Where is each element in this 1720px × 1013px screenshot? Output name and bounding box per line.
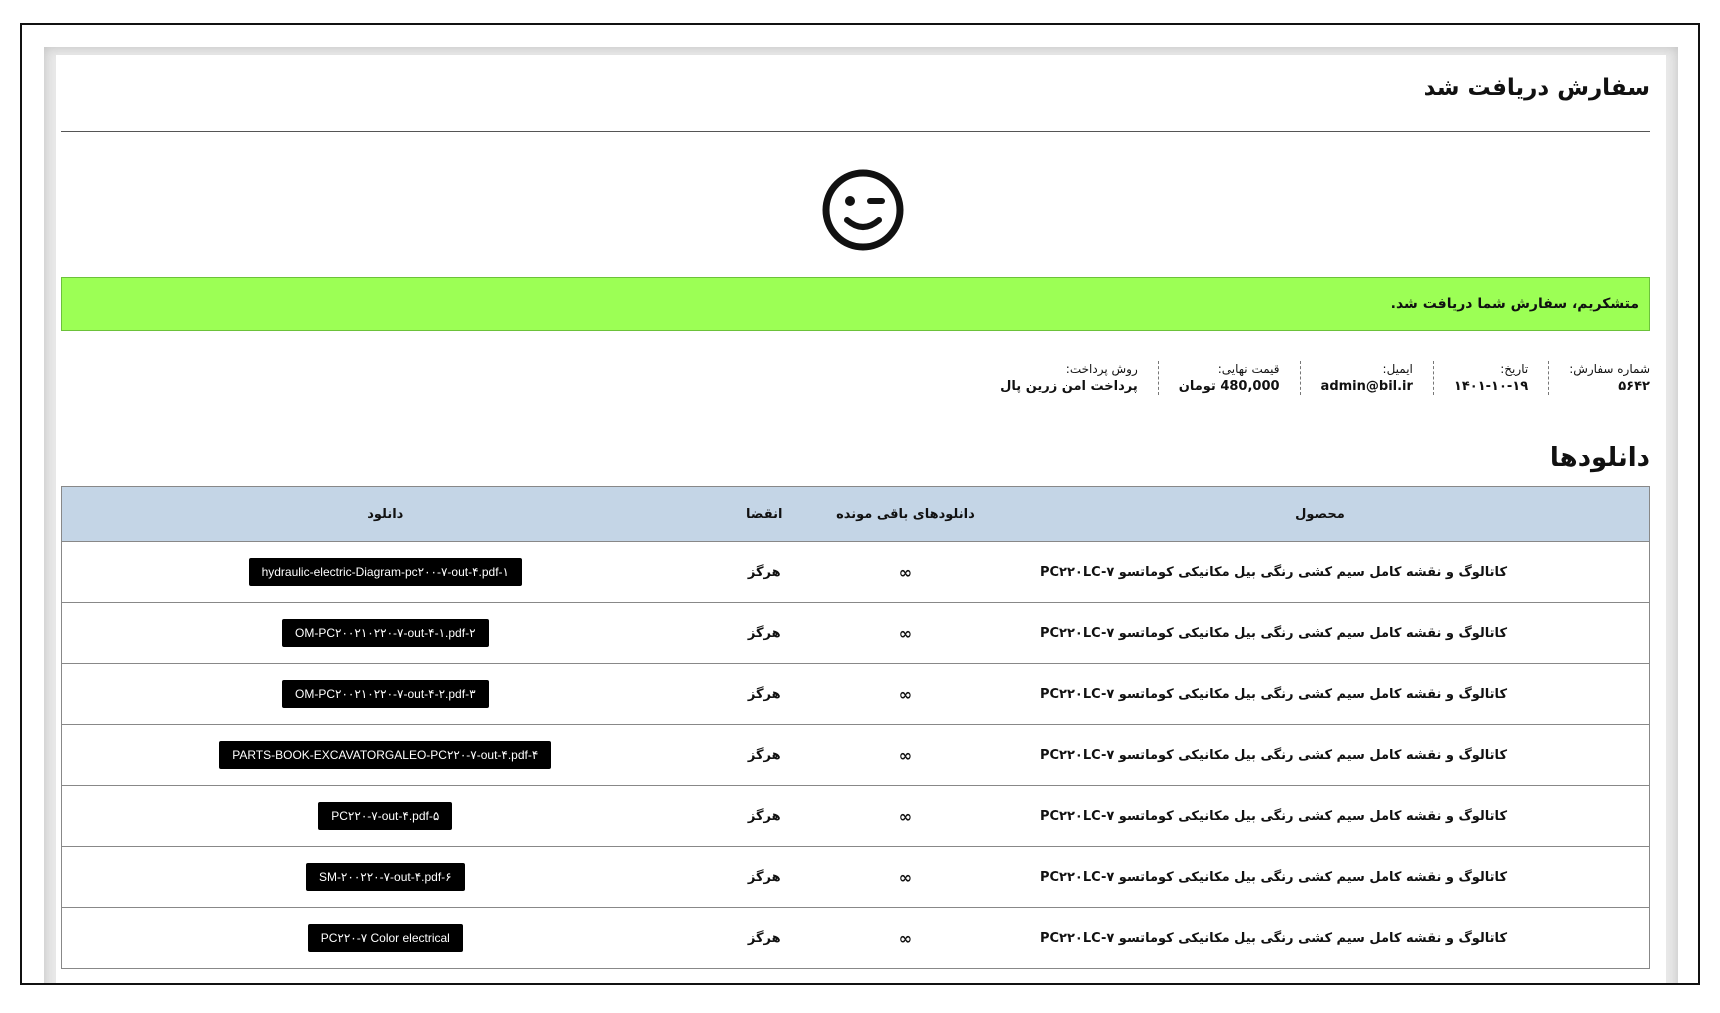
overview-value: پرداخت امن زرین پال <box>1000 379 1138 394</box>
success-notice: متشکریم، سفارش شما دریافت شد. <box>61 277 1650 331</box>
page-title: سفارش دریافت شد <box>1423 75 1650 101</box>
overview-payment-method: روش پرداخت: پرداخت امن زرین پال <box>980 361 1158 395</box>
remaining-count: ∞ <box>819 663 991 725</box>
expiry-value: هرگز <box>708 724 820 786</box>
product-link[interactable]: کاتالوگ و نقشه کامل سیم کشی رنگی بیل مکا… <box>990 663 1650 725</box>
overview-date: تاریخ: ۱۴۰۱-۱۰-۱۹ <box>1432 361 1548 395</box>
remaining-count: ∞ <box>819 907 991 969</box>
file-cell: PC۲۲۰-۷-out-۴.pdf-۵ <box>60 785 709 847</box>
product-link[interactable]: کاتالوگ و نقشه کامل سیم کشی رنگی بیل مکا… <box>990 846 1650 908</box>
expiry-value: هرگز <box>708 541 820 603</box>
table-row: کاتالوگ و نقشه کامل سیم کشی رنگی بیل مکا… <box>60 785 1650 847</box>
expiry-value: هرگز <box>708 663 820 725</box>
table-row: کاتالوگ و نقشه کامل سیم کشی رنگی بیل مکا… <box>60 907 1650 969</box>
product-link[interactable]: کاتالوگ و نقشه کامل سیم کشی رنگی بیل مکا… <box>990 541 1650 603</box>
download-file-button[interactable]: PC۲۲۰-۷ Color electrical <box>307 924 463 952</box>
file-cell: PC۲۲۰-۷ Color electrical <box>60 907 709 969</box>
overview-total: قیمت نهایی: 480,000 تومان <box>1157 361 1300 395</box>
overview-email: ایمیل: admin@bil.ir <box>1299 361 1433 395</box>
overview-value: ۱۴۰۱-۱۰-۱۹ <box>1453 379 1529 394</box>
file-cell: hydraulic-electric-Diagram-pc۲۰۰-۷-out-۴… <box>60 541 709 603</box>
file-cell: OM-PC۲۰۰۲۱۰۲۲۰-۷-out-۴-۲.pdf-۳ <box>60 663 709 725</box>
product-link[interactable]: کاتالوگ و نقشه کامل سیم کشی رنگی بیل مکا… <box>990 724 1650 786</box>
browser-frame: سفارش دریافت شد متشکریم، سفارش شما دریاف… <box>20 23 1700 985</box>
content-wrapper: سفارش دریافت شد متشکریم، سفارش شما دریاف… <box>44 47 1678 983</box>
column-header-download: دانلود <box>60 486 709 542</box>
table-row: کاتالوگ و نقشه کامل سیم کشی رنگی بیل مکا… <box>60 602 1650 664</box>
file-cell: SM-۲۰۰۲۲۰-۷-out-۴.pdf-۶ <box>60 846 709 908</box>
remaining-count: ∞ <box>819 785 991 847</box>
product-link[interactable]: کاتالوگ و نقشه کامل سیم کشی رنگی بیل مکا… <box>990 907 1650 969</box>
download-file-button[interactable]: hydraulic-electric-Diagram-pc۲۰۰-۷-out-۴… <box>248 558 522 586</box>
overview-label: تاریخ: <box>1500 362 1529 376</box>
remaining-count: ∞ <box>819 541 991 603</box>
overview-label: روش پرداخت: <box>1065 362 1138 376</box>
expiry-value: هرگز <box>708 907 820 969</box>
overview-label: قیمت نهایی: <box>1217 362 1280 376</box>
download-file-button[interactable]: SM-۲۰۰۲۲۰-۷-out-۴.pdf-۶ <box>305 863 465 891</box>
downloads-heading: دانلودها <box>1549 443 1650 473</box>
column-header-expires: انقضا <box>708 486 820 542</box>
column-header-remaining: دانلودهای باقی مونده <box>819 486 991 542</box>
download-file-button[interactable]: PC۲۲۰-۷-out-۴.pdf-۵ <box>318 802 453 830</box>
overview-label: شماره سفارش: <box>1569 362 1650 376</box>
order-overview: شماره سفارش: ۵۶۴۲ تاریخ: ۱۴۰۱-۱۰-۱۹ ایمی… <box>980 361 1650 395</box>
expiry-value: هرگز <box>708 846 820 908</box>
expiry-value: هرگز <box>708 785 820 847</box>
download-file-button[interactable]: OM-PC۲۰۰۲۱۰۲۲۰-۷-out-۴-۲.pdf-۳ <box>282 680 489 708</box>
table-row: کاتالوگ و نقشه کامل سیم کشی رنگی بیل مکا… <box>60 724 1650 786</box>
overview-value: ۵۶۴۲ <box>1618 379 1650 394</box>
table-row: کاتالوگ و نقشه کامل سیم کشی رنگی بیل مکا… <box>60 663 1650 725</box>
product-link[interactable]: کاتالوگ و نقشه کامل سیم کشی رنگی بیل مکا… <box>990 602 1650 664</box>
success-notice-text: متشکریم، سفارش شما دریافت شد. <box>1390 296 1639 312</box>
table-row: کاتالوگ و نقشه کامل سیم کشی رنگی بیل مکا… <box>60 846 1650 908</box>
title-divider <box>61 131 1650 132</box>
file-cell: OM-PC۲۰۰۲۱۰۲۲۰-۷-out-۴-۱.pdf-۲ <box>60 602 709 664</box>
table-row: کاتالوگ و نقشه کامل سیم کشی رنگی بیل مکا… <box>60 541 1650 603</box>
product-link[interactable]: کاتالوگ و نقشه کامل سیم کشی رنگی بیل مکا… <box>990 785 1650 847</box>
column-header-product: محصول <box>990 486 1650 542</box>
overview-order-number: شماره سفارش: ۵۶۴۲ <box>1548 361 1650 395</box>
remaining-count: ∞ <box>819 846 991 908</box>
overview-value: 480,000 تومان <box>1178 379 1280 394</box>
expiry-value: هرگز <box>708 602 820 664</box>
wink-smiley-icon <box>822 169 904 251</box>
overview-label: ایمیل: <box>1382 362 1413 376</box>
remaining-count: ∞ <box>819 602 991 664</box>
table-header-row: محصول دانلودهای باقی مونده انقضا دانلود <box>60 486 1650 542</box>
download-file-button[interactable]: PARTS-BOOK-EXCAVATORGALEO-PC۲۲۰-۷-out-۴.… <box>219 741 552 769</box>
remaining-count: ∞ <box>819 724 991 786</box>
download-file-button[interactable]: OM-PC۲۰۰۲۱۰۲۲۰-۷-out-۴-۱.pdf-۲ <box>282 619 489 647</box>
order-received-card: سفارش دریافت شد متشکریم، سفارش شما دریاف… <box>56 55 1666 983</box>
overview-value: admin@bil.ir <box>1320 379 1413 394</box>
file-cell: PARTS-BOOK-EXCAVATORGALEO-PC۲۲۰-۷-out-۴.… <box>60 724 709 786</box>
downloads-table: محصول دانلودهای باقی مونده انقضا دانلود … <box>60 486 1650 969</box>
